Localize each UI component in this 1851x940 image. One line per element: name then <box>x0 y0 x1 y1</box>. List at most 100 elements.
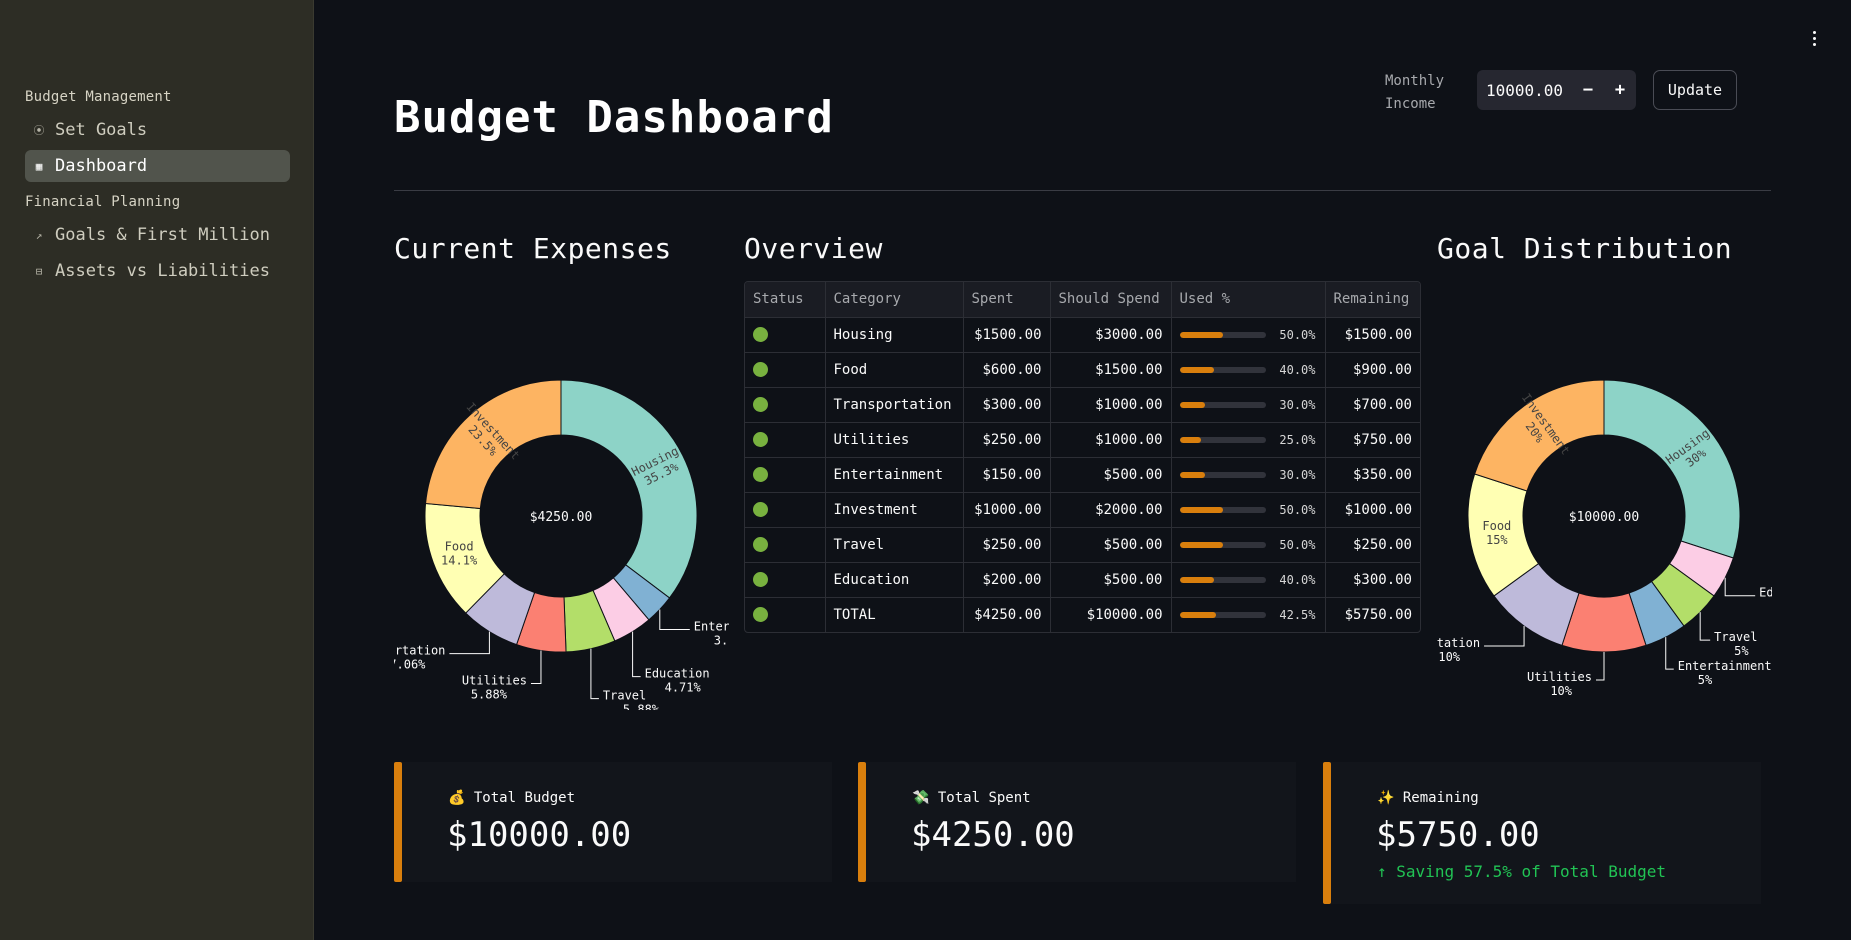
category-cell: Transportation <box>825 387 964 423</box>
used-pct-cell: 40.0% <box>1171 562 1326 598</box>
table-row[interactable]: TOTAL $4250.00 $10000.00 42.5% $5750.00 <box>745 597 1420 632</box>
sparkles-icon: ✨ <box>1377 790 1395 806</box>
status-ok-icon <box>753 362 768 377</box>
metric-label: 💰 Total Budget <box>448 790 576 806</box>
more-menu-icon[interactable] <box>1808 26 1820 50</box>
sidebar-item-label: Dashboard <box>55 156 148 176</box>
used-pct-label: 50.0% <box>1279 537 1316 552</box>
slice-leader-line <box>530 650 542 685</box>
column-header-category[interactable]: Category <box>825 282 964 318</box>
slice-pct-label: 5.88% <box>471 688 508 702</box>
category-cell: Utilities <box>825 422 964 458</box>
income-value[interactable]: 10000.00 <box>1477 81 1572 100</box>
used-pct-cell: 25.0% <box>1171 422 1326 458</box>
column-header-used-pct[interactable]: Used % <box>1171 282 1326 318</box>
table-row[interactable]: Housing $1500.00 $3000.00 50.0% $1500.00 <box>745 317 1420 353</box>
column-header-remaining[interactable]: Remaining <box>1325 282 1420 318</box>
slice-pct-label: 10% <box>1550 684 1572 698</box>
slice-leader-line <box>590 648 599 700</box>
remaining-cell: $700.00 <box>1325 387 1420 423</box>
remaining-cell: $750.00 <box>1325 422 1420 458</box>
spent-cell: $1500.00 <box>963 317 1051 353</box>
slice-housing[interactable] <box>1603 379 1741 559</box>
slice-pct-label: 4.71% <box>665 681 702 695</box>
slice-leader-line <box>449 631 490 655</box>
remaining-cell: $300.00 <box>1325 562 1420 598</box>
progress-bar <box>1179 576 1266 583</box>
category-cell: TOTAL <box>825 597 964 632</box>
metric-card-total-budget: 💰 Total Budget $10000.00 <box>394 762 832 884</box>
slice-category-label: Food <box>1482 519 1511 533</box>
slice-label: Transportation10% <box>1437 636 1480 664</box>
metric-value: $5750.00 <box>1376 815 1540 855</box>
remaining-cell: $350.00 <box>1325 457 1420 493</box>
metric-delta: ↑ Saving 57.5% of Total Budget <box>1377 862 1666 881</box>
table-row[interactable]: Utilities $250.00 $1000.00 25.0% $750.00 <box>745 422 1420 458</box>
status-ok-icon <box>753 537 768 552</box>
spent-cell: $150.00 <box>963 457 1051 493</box>
goal-distribution-title: Goal Distribution <box>1437 232 1733 265</box>
slice-pct-label: 3.53% <box>714 633 729 647</box>
sidebar-item-set-goals[interactable]: ⦿ Set Goals <box>25 114 290 146</box>
spent-cell: $300.00 <box>963 387 1051 423</box>
table-row[interactable]: Entertainment $150.00 $500.00 30.0% $350.00 <box>745 457 1420 493</box>
sidebar-item-assets-vs-liabilities[interactable]: ⊟ Assets vs Liabilities <box>25 255 290 287</box>
status-ok-icon <box>753 432 768 447</box>
used-pct-label: 50.0% <box>1279 327 1316 342</box>
used-pct-cell: 30.0% <box>1171 457 1326 493</box>
metric-value: $10000.00 <box>447 815 632 855</box>
remaining-cell: $5750.00 <box>1344 606 1412 623</box>
donut-center-label: $4250.00 <box>530 510 593 525</box>
column-header-status[interactable]: Status <box>745 282 826 318</box>
status-ok-icon <box>753 607 768 623</box>
monthly-income-input[interactable]: 10000.00 − + <box>1477 70 1636 110</box>
should-spend-cell: $2000.00 <box>1050 492 1172 528</box>
metric-accent-bar <box>858 762 866 882</box>
used-pct-label: 40.0% <box>1279 572 1316 587</box>
used-pct-cell: 50.0% <box>1171 317 1326 353</box>
overview-title: Overview <box>744 232 883 265</box>
slice-category-label: Utilities <box>462 674 527 688</box>
category-cell: Entertainment <box>825 457 964 493</box>
category-cell: Investment <box>825 492 964 528</box>
should-spend-cell: $10000.00 <box>1050 597 1172 632</box>
category-cell: Housing <box>825 317 964 353</box>
increment-button[interactable]: + <box>1604 70 1636 110</box>
table-row[interactable]: Transportation $300.00 $1000.00 30.0% $700.0… <box>745 387 1420 423</box>
header-divider <box>394 190 1771 191</box>
overview-table[interactable]: Status Category Spent Should Spend Used … <box>744 281 1421 633</box>
slice-label: Education 4.71% <box>645 667 710 695</box>
status-ok-icon <box>753 397 768 412</box>
table-row[interactable]: Education $200.00 $500.00 40.0% $300.00 <box>745 562 1420 598</box>
progress-bar <box>1179 401 1266 408</box>
status-cell <box>745 317 826 353</box>
table-row[interactable]: Investment $1000.00 $2000.00 50.0% $1000.00 <box>745 492 1420 528</box>
used-pct-label: 40.0% <box>1279 362 1316 377</box>
used-pct-label: 25.0% <box>1279 432 1316 447</box>
status-cell <box>745 352 826 388</box>
metric-value: $4250.00 <box>911 815 1075 855</box>
table-header-row: Status Category Spent Should Spend Used … <box>745 282 1420 318</box>
decrement-button[interactable]: − <box>1572 70 1604 110</box>
sidebar-item-dashboard[interactable]: ▦ Dashboard <box>25 150 290 182</box>
table-row[interactable]: Travel $250.00 $500.00 50.0% $250.00 <box>745 527 1420 563</box>
money-wings-icon: 💸 <box>912 790 930 806</box>
slice-label: Travel 5.88% <box>603 689 660 710</box>
status-ok-icon <box>753 327 768 342</box>
used-pct-cell: 42.5% <box>1171 597 1326 632</box>
slice-housing[interactable] <box>560 379 698 599</box>
spent-cell: $250.00 <box>963 527 1051 563</box>
column-header-should-spend[interactable]: Should Spend <box>1050 282 1172 318</box>
progress-bar <box>1179 436 1266 443</box>
column-header-spent[interactable]: Spent <box>963 282 1051 318</box>
update-button[interactable]: Update <box>1653 70 1737 110</box>
table-row[interactable]: Food $600.00 $1500.00 40.0% $900.00 <box>745 352 1420 388</box>
status-cell <box>745 527 826 563</box>
slice-label: Entertainment3.53% <box>694 619 729 647</box>
slice-label: Education5% <box>1759 586 1772 614</box>
sidebar-item-goals-first-million[interactable]: ↗ Goals & First Million <box>25 219 290 251</box>
metric-card-total-spent: 💸 Total Spent $4250.00 <box>858 762 1296 884</box>
slice-pct-label: 5% <box>1734 644 1749 658</box>
target-icon: ⦿ <box>33 124 45 137</box>
status-cell <box>745 387 826 423</box>
